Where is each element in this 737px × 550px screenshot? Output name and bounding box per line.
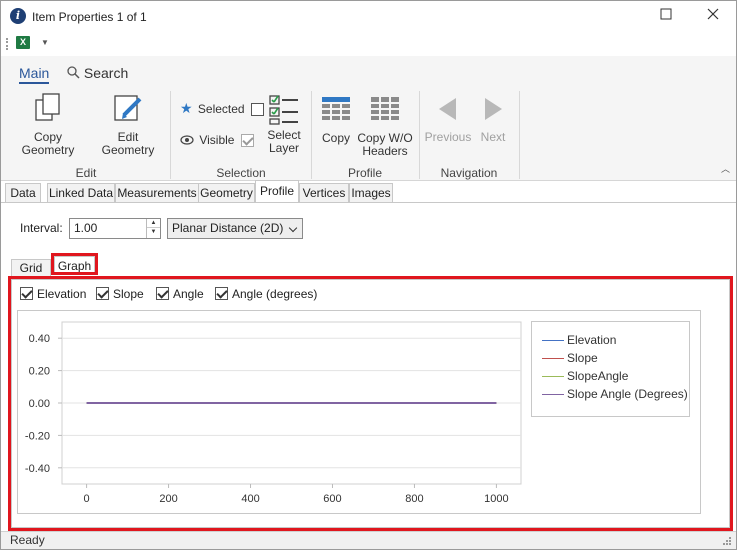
navigation-group-label: Navigation	[440, 166, 498, 180]
ribbon-tab-search[interactable]: Search	[67, 65, 128, 81]
arrow-left-icon	[439, 98, 456, 120]
visible-checkbox[interactable]	[240, 134, 254, 148]
next-button[interactable]: Next	[477, 96, 509, 144]
spinner-buttons[interactable]: ▲ ▼	[146, 219, 160, 238]
tab-images[interactable]: Images	[349, 183, 393, 202]
copy-table-icon	[322, 97, 350, 120]
ribbon-tab-main[interactable]: Main	[19, 65, 50, 84]
tab-profile[interactable]: Profile	[255, 180, 299, 203]
select-layer-button[interactable]: Select Layer	[263, 93, 305, 155]
graph-tab-highlight	[51, 253, 98, 275]
maximize-icon	[660, 8, 672, 20]
arrow-right-icon	[485, 98, 502, 120]
visible-toggle[interactable]: Visible	[180, 133, 254, 148]
info-icon: i	[10, 8, 26, 24]
resize-grip-icon[interactable]	[722, 536, 732, 546]
copy-geometry-label: Copy Geometry	[21, 130, 75, 157]
edit-geometry-icon	[114, 95, 142, 121]
copy-without-headers-button[interactable]: Copy W/O Headers	[357, 96, 413, 158]
quick-access-toolbar: X ▼	[1, 32, 736, 56]
spin-up-icon[interactable]: ▲	[147, 219, 160, 228]
tab-geometry[interactable]: Geometry	[198, 183, 255, 202]
star-icon: ★	[180, 100, 193, 116]
window-title: Item Properties 1 of 1	[32, 10, 147, 24]
tab-data[interactable]: Data	[5, 183, 41, 202]
status-text: Ready	[10, 533, 45, 547]
copy-button[interactable]: Copy	[318, 96, 354, 145]
spin-down-icon[interactable]: ▼	[147, 228, 160, 237]
selected-label: Selected	[197, 102, 245, 116]
search-icon	[67, 66, 80, 79]
maximize-button[interactable]	[651, 5, 681, 27]
graph-area-highlight	[8, 276, 733, 531]
edit-geometry-label: Edit Geometry	[101, 130, 155, 157]
collapse-ribbon-chevron-icon[interactable]: ︿	[721, 162, 730, 175]
tab-measurements[interactable]: Measurements	[115, 183, 199, 202]
close-button[interactable]	[698, 5, 728, 27]
selection-group-label: Selection	[216, 166, 266, 180]
ribbon-separator	[519, 91, 520, 179]
ribbon-tab-search-label: Search	[83, 65, 129, 81]
visible-label: Visible	[199, 133, 235, 147]
profile-group-label: Profile	[347, 166, 382, 180]
close-icon	[707, 8, 719, 20]
edit-group-label: Edit	[75, 166, 97, 180]
copy-label: Copy	[321, 131, 350, 145]
select-layer-label-line2: Layer	[268, 141, 300, 155]
toolbar-grip	[6, 38, 8, 50]
tab-linked-data[interactable]: Linked Data	[47, 183, 115, 202]
next-label: Next	[480, 130, 506, 144]
eye-icon	[180, 135, 194, 145]
copy-geometry-icon	[35, 93, 60, 121]
interval-value: 1.00	[74, 221, 98, 235]
excel-export-icon[interactable]: X	[16, 36, 30, 49]
selected-checkbox[interactable]	[250, 103, 264, 117]
previous-label: Previous	[424, 130, 472, 144]
chevron-down-icon	[288, 223, 298, 233]
previous-button[interactable]: Previous	[423, 96, 473, 144]
select-layer-icon	[269, 95, 298, 125]
copy-geometry-button[interactable]: Copy Geometry	[9, 93, 87, 157]
status-bar: Ready	[1, 531, 736, 549]
distance-mode-value: Planar Distance (2D)	[172, 221, 284, 235]
edit-geometry-button[interactable]: Edit Geometry	[92, 93, 164, 157]
subtab-grid[interactable]: Grid	[11, 259, 51, 276]
title-bar: i Item Properties 1 of 1	[1, 1, 736, 32]
selected-toggle[interactable]: ★ Selected	[180, 100, 264, 117]
item-properties-window: i Item Properties 1 of 1 X ▼ Main Search…	[0, 0, 737, 550]
copy-without-headers-label-line2: Headers	[362, 144, 408, 158]
interval-label: Interval:	[20, 221, 63, 235]
copy-without-headers-icon	[371, 97, 399, 120]
ribbon: Main Search Copy Geometry Edit Geometry …	[1, 56, 736, 181]
interval-spinner[interactable]: 1.00 ▲ ▼	[69, 218, 161, 239]
distance-mode-select[interactable]: Planar Distance (2D)	[167, 218, 303, 239]
tab-vertices[interactable]: Vertices	[299, 183, 349, 202]
customize-toolbar-caret-icon[interactable]: ▼	[41, 38, 49, 47]
